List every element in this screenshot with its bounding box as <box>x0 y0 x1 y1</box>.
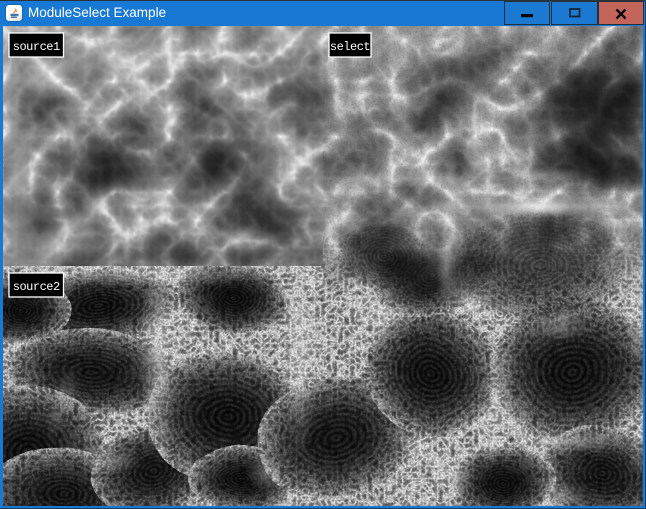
svg-text:select: select <box>330 40 370 54</box>
svg-text:source1: source1 <box>13 40 60 54</box>
svg-text:source2: source2 <box>13 280 60 294</box>
